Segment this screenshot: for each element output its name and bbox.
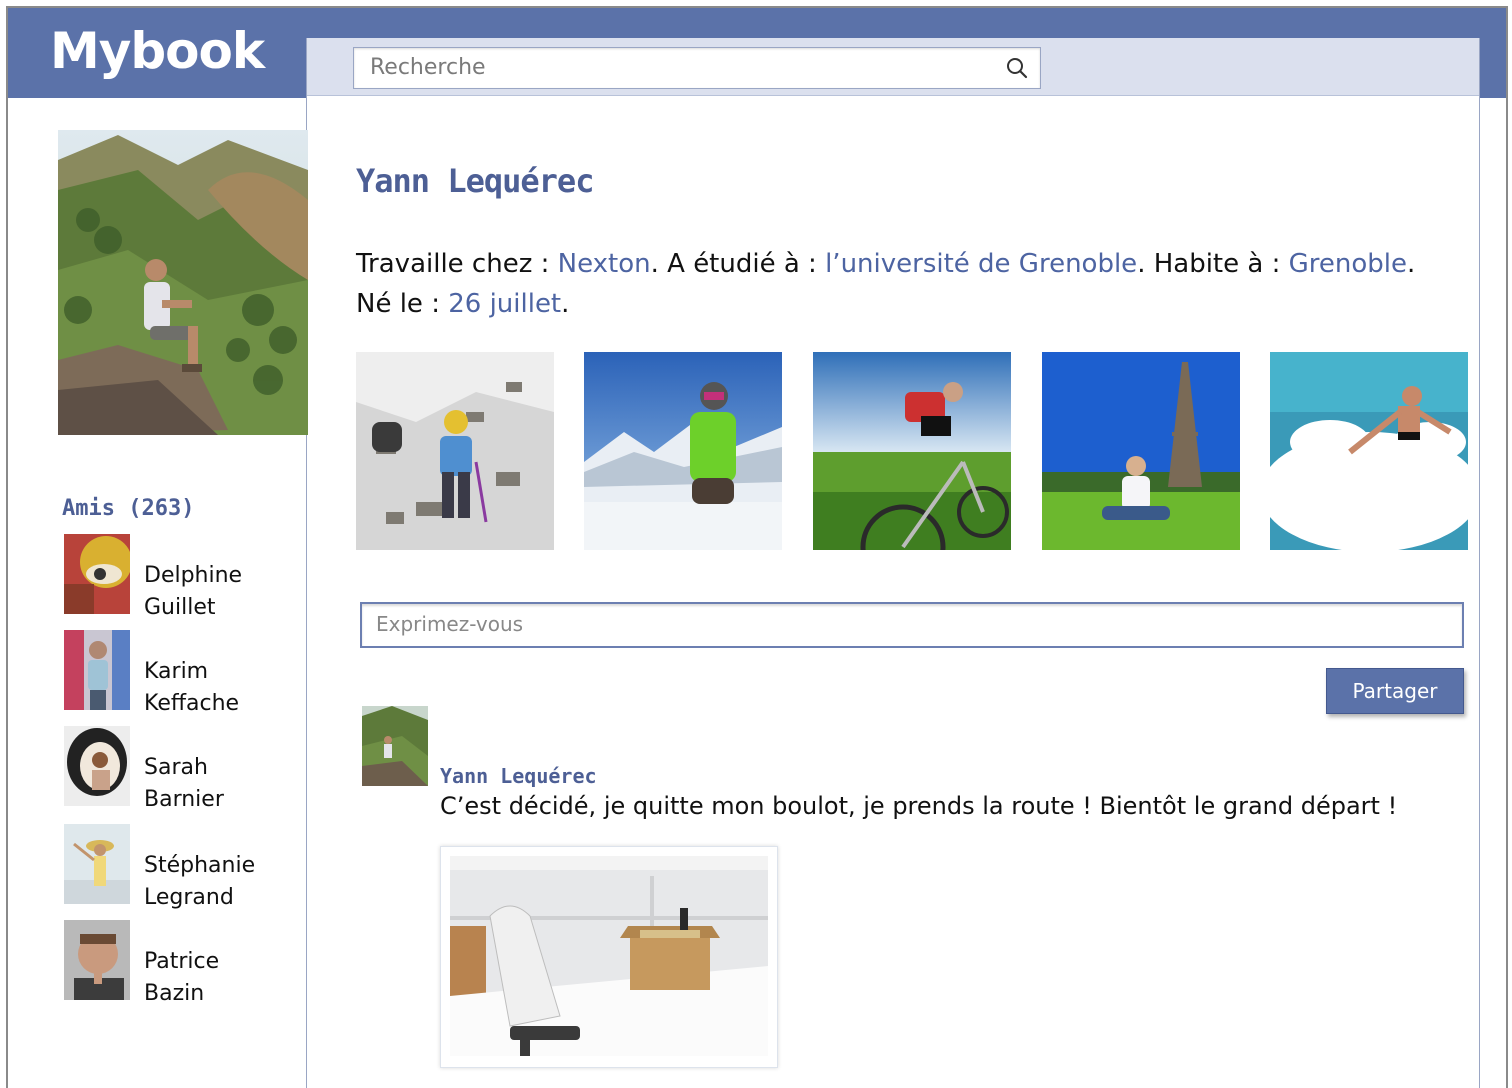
- friend-item[interactable]: Patrice Bazin: [64, 920, 304, 1006]
- photo-thumb[interactable]: [584, 352, 782, 550]
- friend-item[interactable]: Delphine Guillet: [64, 534, 304, 620]
- search-icon[interactable]: [1006, 57, 1028, 79]
- friend-item[interactable]: Karim Keffache: [64, 630, 304, 716]
- info-punct: .: [561, 289, 570, 319]
- friend-first-name: Sarah: [144, 755, 208, 780]
- friend-last-name: Bazin: [144, 981, 205, 1006]
- profile-info: Travaille chez : Nexton. A étudié à : l’…: [356, 244, 1456, 324]
- page-frame: Mybook Recherche Amis (263) Delphine Gui…: [6, 6, 1508, 1088]
- friend-item[interactable]: Stéphanie Legrand: [64, 824, 304, 910]
- logo[interactable]: Mybook: [50, 22, 265, 80]
- post-author[interactable]: Yann Lequérec: [440, 764, 597, 788]
- post-text: C’est décidé, je quitte mon boulot, je p…: [440, 792, 1398, 820]
- search-input[interactable]: [370, 48, 990, 86]
- status-input[interactable]: [376, 604, 1456, 644]
- post-image[interactable]: [440, 846, 778, 1068]
- friend-last-name: Legrand: [144, 885, 234, 910]
- friend-name[interactable]: Delphine Guillet: [144, 560, 294, 624]
- friend-first-name: Patrice: [144, 949, 220, 974]
- post-avatar[interactable]: [362, 706, 428, 786]
- profile-photo[interactable]: [58, 130, 308, 435]
- friend-first-name: Stéphanie: [144, 853, 256, 878]
- work-link[interactable]: Nexton: [558, 249, 651, 279]
- friend-avatar[interactable]: [64, 534, 130, 614]
- friend-last-name: Keffache: [144, 691, 240, 716]
- info-punct: .: [1406, 249, 1416, 279]
- search-strip: [307, 38, 1479, 96]
- work-label: Travaille chez :: [356, 249, 558, 279]
- share-button[interactable]: Partager: [1326, 668, 1464, 714]
- photo-thumb[interactable]: [813, 352, 1011, 550]
- city-link[interactable]: Grenoble: [1289, 249, 1407, 279]
- friend-name[interactable]: Sarah Barnier: [144, 752, 294, 816]
- friend-last-name: Barnier: [144, 787, 224, 812]
- search-box[interactable]: [353, 47, 1041, 89]
- friend-name[interactable]: Stéphanie Legrand: [144, 850, 294, 914]
- photo-thumb[interactable]: [1270, 352, 1468, 550]
- friend-last-name: Guillet: [144, 595, 216, 620]
- study-link[interactable]: l’université de Grenoble: [825, 249, 1137, 279]
- friend-avatar[interactable]: [64, 630, 130, 710]
- friend-avatar[interactable]: [64, 920, 130, 1000]
- friend-item[interactable]: Sarah Barnier: [64, 726, 304, 812]
- birth-label: Né le :: [356, 289, 449, 319]
- photo-thumb[interactable]: [356, 352, 554, 550]
- friend-first-name: Delphine: [144, 563, 243, 588]
- friend-first-name: Karim: [144, 659, 209, 684]
- friend-name[interactable]: Patrice Bazin: [144, 946, 294, 1010]
- photo-thumb[interactable]: [1042, 352, 1240, 550]
- friend-avatar[interactable]: [64, 726, 130, 806]
- status-box[interactable]: [360, 602, 1464, 648]
- profile-name: Yann Lequérec: [356, 162, 594, 200]
- friends-title[interactable]: Amis (263): [62, 496, 194, 521]
- friend-name[interactable]: Karim Keffache: [144, 656, 294, 720]
- study-label: . A étudié à :: [650, 249, 826, 279]
- friend-avatar[interactable]: [64, 824, 130, 904]
- city-label: . Habite à :: [1137, 249, 1289, 279]
- birth-link[interactable]: 26 juillet: [448, 289, 561, 319]
